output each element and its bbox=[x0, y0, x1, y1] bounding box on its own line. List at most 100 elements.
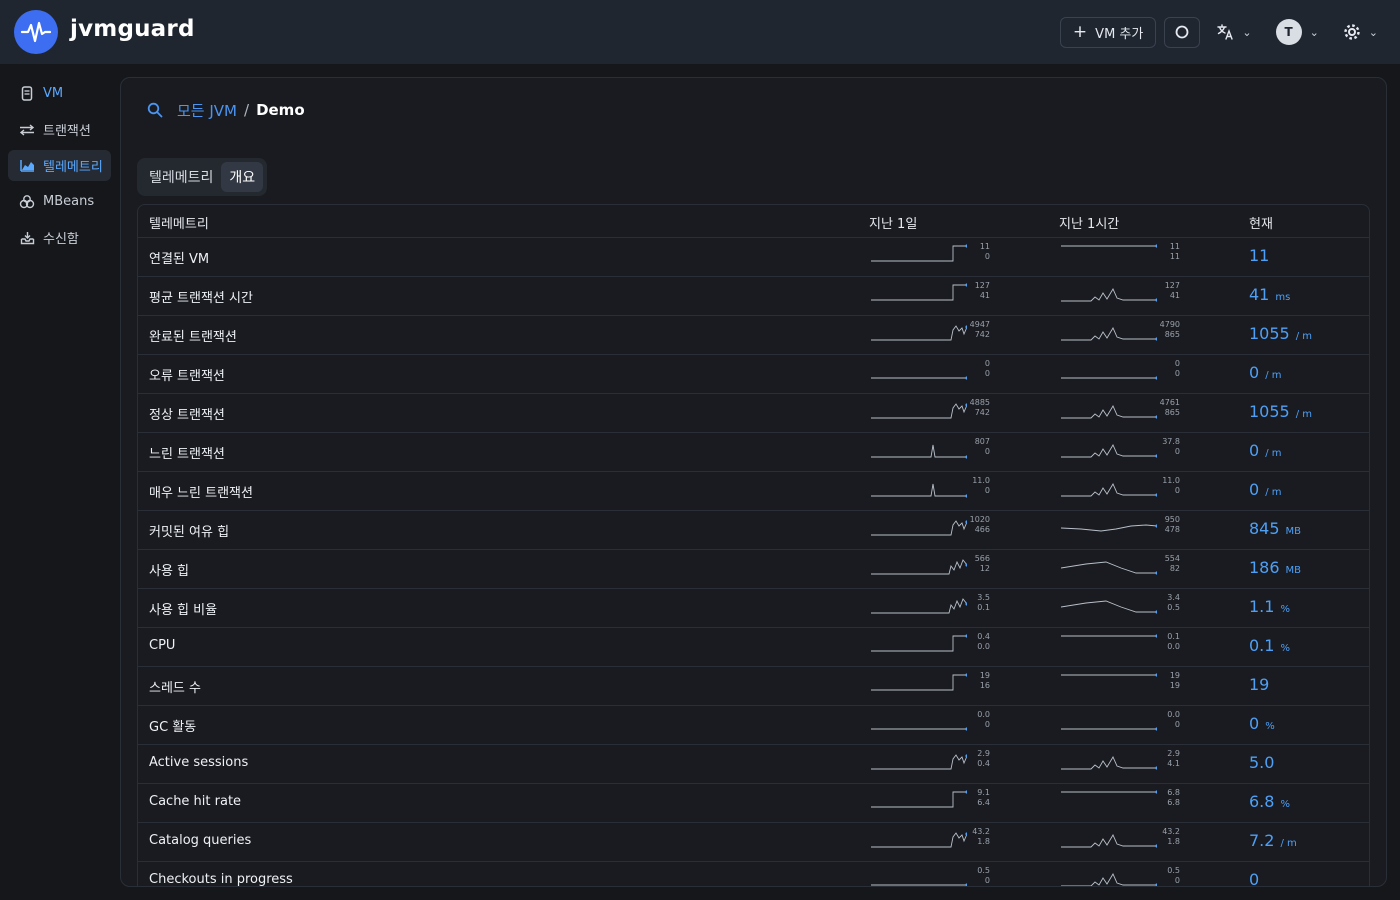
hour-range: 0.0 0 bbox=[1154, 710, 1180, 730]
main-panel: 모든 JVM / Demo 텔레메트리 개요 텔레메트리 지난 1일 지난 1시… bbox=[120, 77, 1387, 887]
metric-name[interactable]: 커밋된 여유 힙 bbox=[149, 521, 229, 540]
day-max: 807 bbox=[974, 437, 990, 446]
current-value-unit: / m bbox=[1265, 487, 1282, 498]
search-icon[interactable] bbox=[147, 102, 163, 118]
current-value-number: 1055 bbox=[1249, 402, 1290, 421]
current-value-unit: ms bbox=[1275, 292, 1291, 303]
sidebar-item-vm[interactable]: VM bbox=[8, 78, 111, 109]
table-row[interactable]: Catalog queries 43.2 1.8 43.2 1.8 7.2/ m bbox=[138, 823, 1369, 862]
table-row[interactable]: 스레드 수 19 16 19 19 19 bbox=[138, 667, 1369, 706]
add-vm-button[interactable]: + VM 추가 bbox=[1059, 16, 1157, 48]
chart-icon bbox=[19, 158, 35, 174]
table-row[interactable]: Active sessions 2.9 0.4 2.9 4.1 5.0 bbox=[138, 745, 1369, 784]
metric-name[interactable]: 연결된 VM bbox=[149, 248, 209, 267]
current-value: 0% bbox=[1249, 714, 1275, 733]
metric-name[interactable]: 느린 트랜잭션 bbox=[149, 443, 225, 462]
settings-menu[interactable]: ⌄ bbox=[1335, 17, 1386, 48]
day-min: 6.4 bbox=[977, 798, 990, 807]
sidebar-item-telemetry[interactable]: 텔레메트리 bbox=[8, 150, 111, 181]
day-min: 0 bbox=[984, 720, 990, 729]
metric-name[interactable]: 스레드 수 bbox=[149, 677, 201, 696]
hour-range: 554 82 bbox=[1154, 554, 1180, 574]
metric-name[interactable]: GC 활동 bbox=[149, 716, 196, 735]
day-range: 3.5 0.1 bbox=[964, 593, 990, 613]
metric-name[interactable]: 정상 트랜잭션 bbox=[149, 404, 225, 423]
table-row[interactable]: Checkouts in progress 0.5 0 0.5 0 0 bbox=[138, 862, 1369, 886]
table-row[interactable]: 완료된 트랜잭션 4947 742 4790 865 1055 / m bbox=[138, 316, 1369, 355]
day-max: 9.1 bbox=[977, 788, 990, 797]
table-row[interactable]: GC 활동 0.0 0 0.0 0 0% bbox=[138, 706, 1369, 745]
table-body: 연결된 VM 11 0 11 11 11 평균 트랜잭션 시간 127 41 127 41 41 ms 완… bbox=[138, 238, 1369, 886]
logo-icon[interactable] bbox=[14, 10, 58, 54]
metric-name[interactable]: 사용 힙 bbox=[149, 560, 189, 579]
day-min: 0 bbox=[984, 252, 990, 261]
status-button[interactable] bbox=[1164, 16, 1201, 48]
table-row[interactable]: 매우 느린 트랜잭션 11.0 0 11.0 0 0/ m bbox=[138, 472, 1369, 511]
current-value-unit: % bbox=[1280, 799, 1290, 810]
table-row[interactable]: Cache hit rate 9.1 6.4 6.8 6.8 6.8% bbox=[138, 784, 1369, 823]
metric-name[interactable]: 평균 트랜잭션 시간 bbox=[149, 287, 253, 306]
day-range: 19 16 bbox=[964, 671, 990, 691]
day-range: 00 bbox=[964, 359, 990, 379]
metric-name[interactable]: 사용 힙 비율 bbox=[149, 599, 217, 618]
hour-max: 43.2 bbox=[1162, 827, 1180, 836]
hour-max: 0 bbox=[1174, 359, 1180, 368]
metric-name[interactable]: 오류 트랜잭션 bbox=[149, 365, 225, 384]
hour-max: 11 bbox=[1169, 242, 1180, 251]
day-min: 0 bbox=[984, 486, 990, 495]
day-max: 1020 bbox=[969, 515, 990, 524]
metric-name[interactable]: Catalog queries bbox=[149, 833, 251, 848]
day-range: 11 0 bbox=[964, 242, 990, 262]
day-max: 11.0 bbox=[972, 476, 990, 485]
metric-name[interactable]: 완료된 트랜잭션 bbox=[149, 326, 237, 345]
transactions-icon bbox=[19, 122, 35, 138]
day-max: 0.4 bbox=[977, 632, 990, 641]
current-value: 6.8% bbox=[1249, 792, 1290, 811]
column-header-current: 현재 bbox=[1249, 217, 1273, 232]
metric-name[interactable]: Checkouts in progress bbox=[149, 872, 293, 886]
table-row[interactable]: 정상 트랜잭션 4885 742 4761 865 1055 / m bbox=[138, 394, 1369, 433]
sidebar-item-transactions[interactable]: 트랜잭션 bbox=[8, 114, 111, 145]
day-max: 566 bbox=[974, 554, 990, 563]
sidebar-item-mbeans[interactable]: MBeans bbox=[8, 186, 111, 217]
day-range: 127 41 bbox=[964, 281, 990, 301]
current-value: 5.0 bbox=[1249, 753, 1280, 772]
hour-range: 43.2 1.8 bbox=[1154, 827, 1180, 847]
current-value-number: 5.0 bbox=[1249, 753, 1275, 772]
breadcrumb-root-link[interactable]: 모든 JVM bbox=[177, 100, 237, 121]
table-row[interactable]: CPU 0.4 0.0 0.1 0.0 0.1% bbox=[138, 628, 1369, 667]
hour-min: 865 bbox=[1164, 330, 1180, 339]
hour-max: 554 bbox=[1164, 554, 1180, 563]
tab-overview[interactable]: 개요 bbox=[221, 162, 264, 192]
current-value-unit: / m bbox=[1265, 448, 1282, 459]
language-menu[interactable]: ⌄ bbox=[1208, 17, 1259, 48]
tab-telemetry[interactable]: 텔레메트리 bbox=[141, 162, 221, 192]
user-menu[interactable]: T ⌄ bbox=[1268, 17, 1327, 48]
metric-name[interactable]: 매우 느린 트랜잭션 bbox=[149, 482, 253, 501]
current-value: 1055 / m bbox=[1249, 324, 1312, 343]
view-tabs: 텔레메트리 개요 bbox=[137, 158, 268, 196]
metric-name[interactable]: Active sessions bbox=[149, 755, 248, 770]
day-range: 4885 742 bbox=[964, 398, 990, 418]
table-row[interactable]: 오류 트랜잭션 0 0 0 0 0/ m bbox=[138, 355, 1369, 394]
table-row[interactable]: 연결된 VM 11 0 11 11 11 bbox=[138, 238, 1369, 277]
table-row[interactable]: 사용 힙 비율 3.5 0.1 3.4 0.5 1.1% bbox=[138, 589, 1369, 628]
current-value-unit: % bbox=[1280, 643, 1290, 654]
current-value: 1055 / m bbox=[1249, 402, 1312, 421]
day-max: 43.2 bbox=[972, 827, 990, 836]
hour-range: 2.9 4.1 bbox=[1154, 749, 1180, 769]
metric-name[interactable]: Cache hit rate bbox=[149, 794, 241, 809]
metric-name[interactable]: CPU bbox=[149, 638, 175, 653]
table-row[interactable]: 평균 트랜잭션 시간 127 41 127 41 41 ms bbox=[138, 277, 1369, 316]
current-value-number: 11 bbox=[1249, 246, 1270, 265]
hour-range: 4761 865 bbox=[1154, 398, 1180, 418]
table-row[interactable]: 커밋된 여유 힙 1020 466 950 478 845 MB bbox=[138, 511, 1369, 550]
sidebar-item-inbox[interactable]: 수신함 bbox=[8, 222, 111, 253]
table-row[interactable]: 사용 힙 566 12 554 82 186 MB bbox=[138, 550, 1369, 589]
sidebar-item-label: MBeans bbox=[43, 194, 95, 209]
app-name[interactable]: jvmguard bbox=[70, 16, 195, 42]
hour-min: 0.5 bbox=[1167, 603, 1180, 612]
hour-min: 11 bbox=[1169, 252, 1180, 261]
day-min: 742 bbox=[974, 408, 990, 417]
table-row[interactable]: 느린 트랜잭션 807 0 37.8 0 0/ m bbox=[138, 433, 1369, 472]
